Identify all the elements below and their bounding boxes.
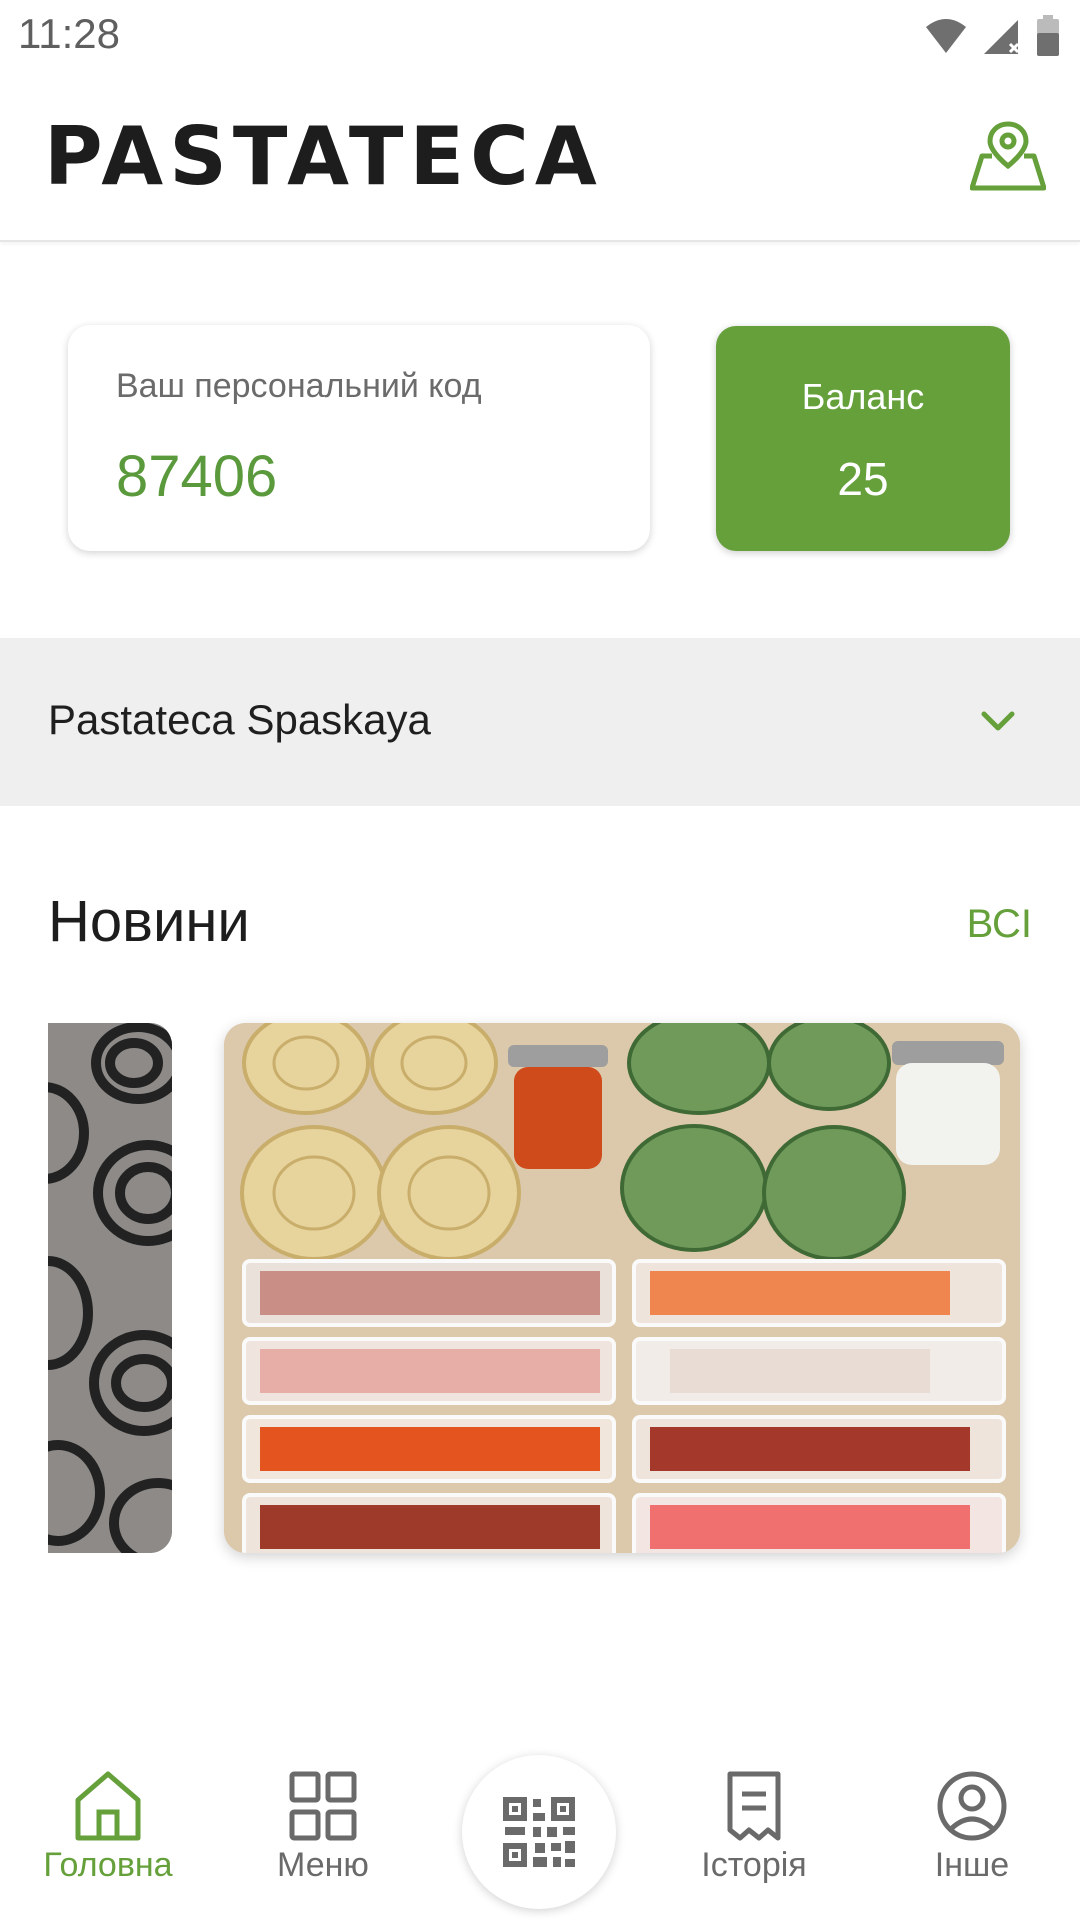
grid-icon bbox=[289, 1771, 357, 1841]
balance-card[interactable]: Баланс 25 bbox=[716, 326, 1010, 551]
black-pasta-image bbox=[48, 1023, 172, 1553]
nav-other-label: Інше bbox=[934, 1846, 1010, 1884]
nav-menu-label: Меню bbox=[277, 1846, 369, 1884]
status-bar: 11:28 bbox=[0, 0, 1080, 72]
qr-scan-button[interactable] bbox=[462, 1755, 616, 1909]
cell-signal-icon bbox=[984, 20, 1020, 54]
nav-history-label: Історія bbox=[701, 1846, 807, 1884]
pasta-kit-image bbox=[224, 1023, 1020, 1553]
news-all-link[interactable]: ВСІ bbox=[967, 902, 1032, 947]
nav-home-label: Головна bbox=[43, 1846, 173, 1884]
news-section-title: Новини bbox=[48, 889, 250, 954]
wifi-icon bbox=[926, 19, 966, 53]
nav-history[interactable]: Історія bbox=[674, 1770, 834, 1885]
news-card-previous[interactable] bbox=[48, 1023, 172, 1553]
chevron-down-icon bbox=[981, 711, 1015, 731]
balance-value: 25 bbox=[837, 453, 889, 505]
location-name: Pastateca Spaskaya bbox=[48, 696, 431, 743]
personal-code-card: Ваш персональний код 87406 bbox=[68, 325, 650, 551]
profile-icon bbox=[937, 1771, 1007, 1841]
location-selector[interactable]: Pastateca Spaskaya bbox=[0, 638, 1080, 806]
nav-home[interactable]: Головна bbox=[28, 1770, 188, 1885]
nav-menu[interactable]: Меню bbox=[243, 1770, 403, 1885]
app-header: PASTATECA bbox=[0, 72, 1080, 242]
qr-code-icon bbox=[503, 1797, 575, 1867]
battery-icon bbox=[1037, 15, 1059, 56]
nav-other[interactable]: Інше bbox=[892, 1770, 1052, 1885]
balance-label: Баланс bbox=[801, 376, 925, 417]
brand-logo: PASTATECA bbox=[44, 110, 603, 203]
receipt-icon bbox=[727, 1771, 781, 1841]
status-time: 11:28 bbox=[18, 10, 120, 57]
map-pin-icon[interactable] bbox=[970, 120, 1046, 192]
personal-code-value: 87406 bbox=[116, 444, 278, 509]
status-icons bbox=[924, 14, 1060, 58]
personal-code-label: Ваш персональний код bbox=[116, 367, 482, 405]
news-card[interactable] bbox=[224, 1023, 1020, 1553]
home-icon bbox=[75, 1771, 141, 1841]
